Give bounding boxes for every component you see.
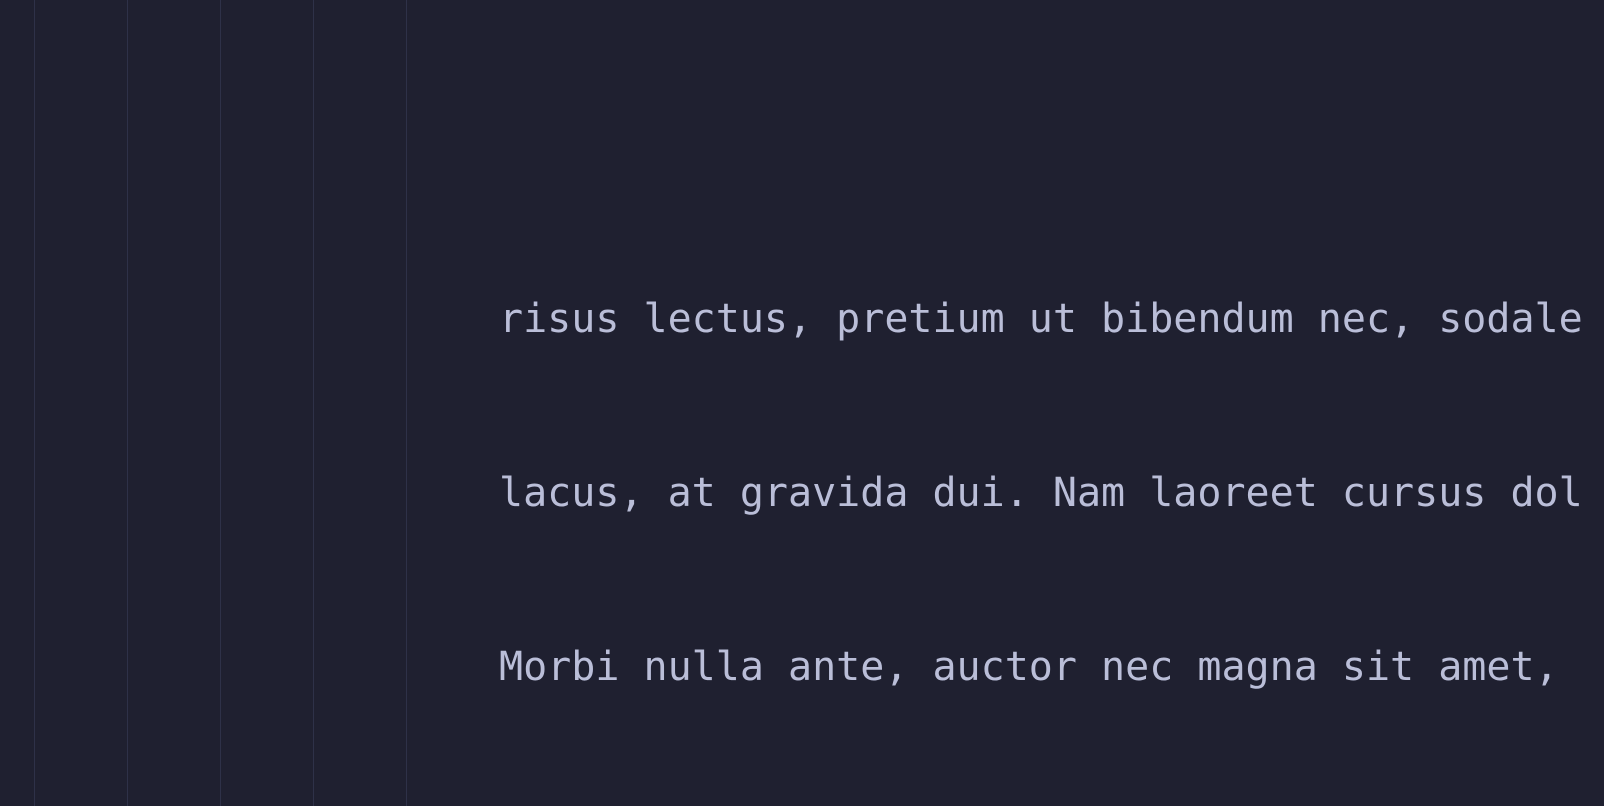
code-text: lacus, at gravida dui. Nam laoreet cursu… — [499, 464, 1583, 522]
code-line: lacus, at gravida dui. Nam laoreet cursu… — [0, 464, 1604, 522]
code-line: Morbi nulla ante, auctor nec magna sit a… — [0, 638, 1604, 696]
code-line: risus lectus, pretium ut bibendum nec, s… — [0, 290, 1604, 348]
code-editor[interactable]: risus lectus, pretium ut bibendum nec, s… — [0, 0, 1604, 806]
code-text: Morbi nulla ante, auctor nec magna sit a… — [499, 638, 1583, 696]
code-text: risus lectus, pretium ut bibendum nec, s… — [499, 290, 1583, 348]
